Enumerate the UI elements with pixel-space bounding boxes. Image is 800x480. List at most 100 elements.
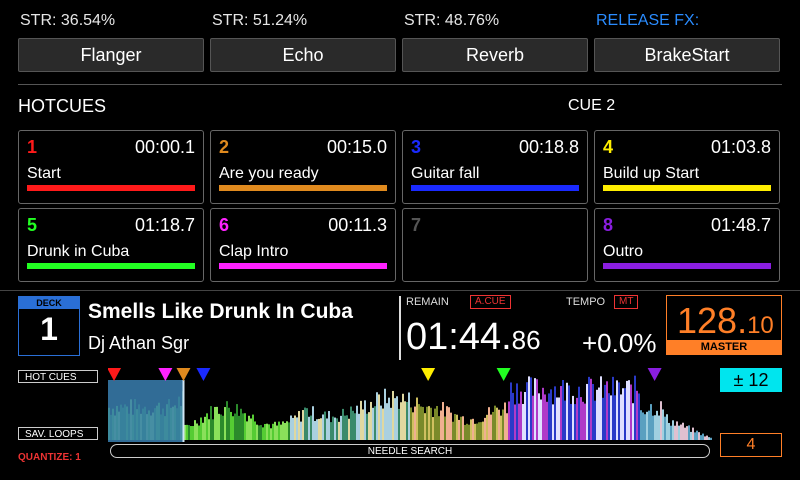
waveform-bar <box>256 424 258 440</box>
waveform-bar <box>672 420 674 440</box>
waveform-bar <box>590 378 592 440</box>
waveform-bar <box>452 421 454 440</box>
cue-status: CUE 2 <box>568 97 616 114</box>
waveform-bar <box>654 415 656 440</box>
waveform-bar <box>612 376 614 440</box>
waveform-bar <box>234 413 236 440</box>
waveform-bar <box>318 418 320 440</box>
waveform-bar <box>224 407 226 440</box>
quantize-indicator: QUANTIZE: 1 <box>18 452 81 463</box>
saved-loops-toggle-button[interactable]: SAV. LOOPS <box>18 427 98 440</box>
waveform-bar <box>424 413 426 440</box>
waveform-bar <box>370 401 372 440</box>
release-fx-brakestart-button[interactable]: BrakeStart <box>594 38 780 72</box>
waveform-bar <box>650 404 652 440</box>
waveform-bar <box>252 414 254 440</box>
remaining-time-main: 01:44. <box>406 316 512 358</box>
waveform-bar <box>538 393 540 440</box>
divider <box>18 84 782 85</box>
waveform-bar <box>192 426 194 440</box>
waveform-bar <box>648 410 650 440</box>
waveform-bar <box>274 421 276 440</box>
waveform-bar <box>440 410 442 440</box>
master-tempo-badge: MT <box>614 295 639 309</box>
hotcue-pad-4[interactable]: 4 01:03.8 Build up Start <box>594 130 780 204</box>
waveform-bar <box>530 377 532 440</box>
fx-echo-button[interactable]: Echo <box>210 38 396 72</box>
hotcue-pad-2[interactable]: 2 00:15.0 Are you ready <box>210 130 396 204</box>
hotcue-number: 2 <box>219 137 230 157</box>
playhead <box>182 380 185 442</box>
waveform-bar <box>200 417 202 440</box>
waveform-bar <box>246 421 248 440</box>
hotcue-pad-1[interactable]: 1 00:00.1 Start <box>18 130 204 204</box>
waveform-bar <box>628 380 630 440</box>
hotcue-pad-3[interactable]: 3 00:18.8 Guitar fall <box>402 130 588 204</box>
waveform-bar <box>512 392 514 440</box>
waveform-bar <box>210 406 212 440</box>
waveform-bar <box>620 394 622 440</box>
waveform-bar <box>450 412 452 440</box>
waveform-bar <box>504 402 506 440</box>
hotcue-pad-8[interactable]: 8 01:48.7 Outro <box>594 208 780 282</box>
waveform-bar <box>362 409 364 440</box>
waveform-bar <box>286 421 288 440</box>
waveform-bar <box>488 407 490 440</box>
waveform-bar <box>356 405 358 440</box>
waveform-bar <box>418 404 420 440</box>
waveform-bar <box>302 410 304 440</box>
waveform-bar <box>396 396 398 440</box>
waveform-bar <box>260 425 262 440</box>
waveform-bar <box>484 417 486 440</box>
waveform-bar <box>334 417 336 440</box>
hotcue-name: Drunk in Cuba <box>27 243 130 260</box>
waveform-bar <box>306 408 308 440</box>
fx-reverb-button[interactable]: Reverb <box>402 38 588 72</box>
fx-flanger-button[interactable]: Flanger <box>18 38 204 72</box>
hotcue-marker <box>421 368 436 381</box>
hotcue-pad-7[interactable]: 7 <box>402 208 588 282</box>
waveform-bar <box>322 414 324 440</box>
waveform-bar <box>420 406 422 440</box>
waveform-bar <box>478 422 480 440</box>
waveform-bar <box>320 418 322 440</box>
hotcue-number: 6 <box>219 215 230 235</box>
key-range-display[interactable]: ± 12 <box>720 368 782 392</box>
waveform-bar <box>354 413 356 440</box>
hotcue-time: 00:11.3 <box>328 215 387 235</box>
waveform-bar <box>428 406 430 440</box>
waveform-bar <box>278 421 280 440</box>
waveform-bar <box>288 422 290 440</box>
bpm-decimal: 10 <box>747 312 774 339</box>
waveform-overview[interactable] <box>108 366 712 442</box>
waveform-bar <box>532 395 534 440</box>
track-title: Smells Like Drunk In Cuba <box>88 300 353 323</box>
waveform-bar <box>472 418 474 440</box>
waveform-bar <box>360 400 362 440</box>
needle-search-bar[interactable]: NEEDLE SEARCH <box>110 444 710 458</box>
waveform-bar <box>592 383 594 440</box>
hotcue-pad-6[interactable]: 6 00:11.3 Clap Intro <box>210 208 396 282</box>
waveform-bar <box>656 410 658 440</box>
deck-indicator: DECK 1 <box>18 296 80 356</box>
waveform-bar <box>194 420 196 440</box>
waveform-bar <box>560 386 562 440</box>
waveform-bar <box>344 415 346 440</box>
waveform-bar <box>282 421 284 440</box>
waveform-bar <box>398 408 400 440</box>
waveform-bar <box>486 414 488 440</box>
hotcue-name: Outro <box>603 243 644 260</box>
waveform-bar <box>406 401 408 440</box>
waveform-bar <box>466 423 468 440</box>
loop-length-display[interactable]: 4 <box>720 433 782 457</box>
hot-cues-toggle-button[interactable]: HOT CUES <box>18 370 98 383</box>
waveform-bar <box>438 416 440 440</box>
waveform-bar <box>346 415 348 440</box>
tempo-value: +0.0% <box>582 328 657 358</box>
waveform-bar <box>548 393 550 440</box>
waveform-bar <box>284 422 286 440</box>
waveform-bar <box>664 416 666 440</box>
waveform-bar <box>516 383 518 440</box>
waveform-bar <box>618 382 620 440</box>
hotcue-pad-5[interactable]: 5 01:18.7 Drunk in Cuba <box>18 208 204 282</box>
